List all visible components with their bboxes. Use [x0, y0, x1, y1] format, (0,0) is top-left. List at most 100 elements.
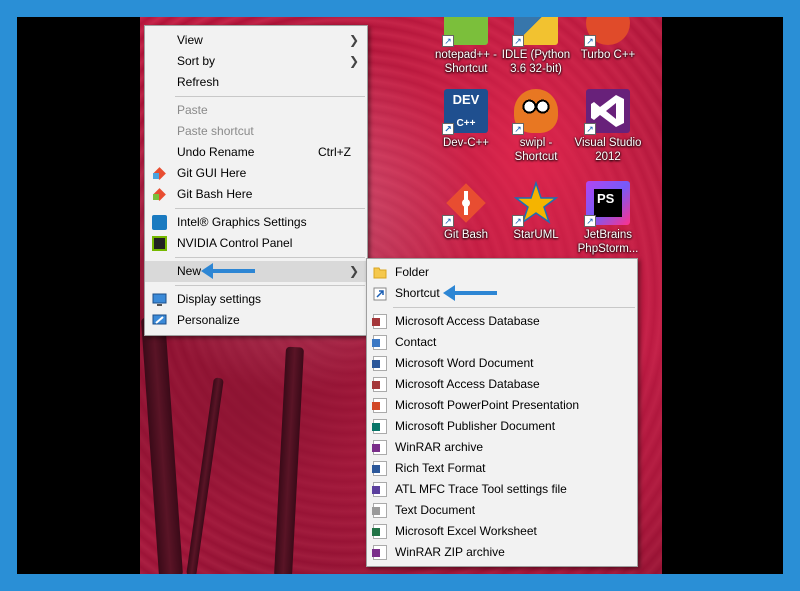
menu-item-new[interactable]: New ❯ — [145, 261, 367, 282]
shortcut-arrow-icon: ↗ — [442, 35, 454, 47]
icon-label: Shortcut — [514, 151, 558, 163]
nvidia-icon — [152, 236, 167, 251]
menu-item-label: Shortcut — [395, 286, 440, 300]
submenu-item-publisher[interactable]: Microsoft Publisher Document — [367, 416, 637, 437]
access-icon — [372, 377, 387, 392]
icon-label: Visual Studio — [574, 137, 642, 149]
dev-cpp-icon: DEV C++ ↗ — [442, 89, 488, 135]
icon-label: IDLE (Python — [501, 49, 571, 61]
submenu-item-winrar-zip[interactable]: WinRAR ZIP archive — [367, 542, 637, 563]
menu-item-label: Microsoft PowerPoint Presentation — [395, 398, 580, 412]
menu-separator — [175, 96, 365, 97]
tree-trunk — [140, 316, 184, 574]
python-idle-icon: ↗ — [512, 17, 558, 47]
rtf-icon — [372, 461, 387, 476]
chevron-right-icon: ❯ — [348, 33, 359, 47]
desktop-icon-gitbash[interactable]: ↗ Git Bash — [428, 181, 504, 242]
git-bash-small-icon — [152, 187, 167, 202]
menu-item-nvidia[interactable]: NVIDIA Control Panel — [145, 233, 367, 254]
shortcut-arrow-icon: ↗ — [584, 215, 596, 227]
submenu-item-powerpoint[interactable]: Microsoft PowerPoint Presentation — [367, 395, 637, 416]
submenu-item-word[interactable]: Microsoft Word Document — [367, 353, 637, 374]
icon-label: notepad++ - — [434, 49, 498, 61]
swipl-owl-icon: ↗ — [512, 89, 558, 135]
menu-item-git-bash[interactable]: Git Bash Here — [145, 184, 367, 205]
icon-label: StarUML — [513, 229, 559, 241]
menu-item-label: View — [177, 33, 203, 47]
text-document-icon — [372, 503, 387, 518]
menu-item-undo-rename[interactable]: Undo Rename Ctrl+Z — [145, 142, 367, 163]
shortcut-arrow-icon: ↗ — [512, 123, 524, 135]
menu-item-label: Folder — [395, 265, 430, 279]
personalize-icon — [152, 313, 167, 328]
menu-item-paste[interactable]: Paste — [145, 100, 367, 121]
menu-item-refresh[interactable]: Refresh — [145, 72, 367, 93]
menu-item-paste-shortcut[interactable]: Paste shortcut — [145, 121, 367, 142]
desktop-context-menu: View ❯ Sort by ❯ Refresh Paste Paste short… — [144, 25, 368, 336]
notepadpp-icon: ↗ — [442, 17, 488, 47]
turbo-cpp-icon: ↗ — [584, 17, 630, 47]
git-gui-icon — [152, 166, 167, 181]
powerpoint-icon — [372, 398, 387, 413]
access-icon — [372, 314, 387, 329]
submenu-item-contact[interactable]: Contact — [367, 332, 637, 353]
desktop-icon-turboc[interactable]: ↗ Turbo C++ — [570, 17, 646, 62]
winrar-icon — [372, 440, 387, 455]
desktop-icon-notepadpp[interactable]: ↗ notepad++ - Shortcut — [428, 17, 504, 76]
menu-item-label: Personalize — [177, 313, 240, 327]
desktop-icon-vs2012[interactable]: ↗ Visual Studio 2012 — [570, 89, 646, 164]
submenu-item-winrar[interactable]: WinRAR archive — [367, 437, 637, 458]
new-item-list: Microsoft Access Database Contact Microsof… — [367, 311, 637, 563]
menu-item-label: Microsoft Excel Worksheet — [395, 524, 537, 538]
submenu-item-rtf[interactable]: Rich Text Format — [367, 458, 637, 479]
menu-item-label: Microsoft Word Document — [395, 356, 534, 370]
display-settings-icon — [152, 292, 167, 307]
menu-item-sort-by[interactable]: Sort by ❯ — [145, 51, 367, 72]
submenu-item-access[interactable]: Microsoft Access Database — [367, 311, 637, 332]
desktop-icon-swipl[interactable]: ↗ swipl - Shortcut — [498, 89, 574, 164]
phpstorm-icon: PS ↗ — [584, 181, 630, 227]
menu-item-view[interactable]: View ❯ — [145, 30, 367, 51]
icon-label: JetBrains — [584, 229, 632, 241]
menu-separator — [175, 285, 365, 286]
word-icon — [372, 356, 387, 371]
tree-trunk — [273, 346, 305, 574]
menu-item-display-settings[interactable]: Display settings — [145, 289, 367, 310]
desktop-icon-phpstorm[interactable]: PS ↗ JetBrains PhpStorm... — [570, 181, 646, 256]
desktop-icon-devcpp[interactable]: DEV C++ ↗ Dev-C++ — [428, 89, 504, 150]
annotation-arrow-new — [201, 263, 255, 279]
desktop-icon-idle[interactable]: ↗ IDLE (Python 3.6 32-bit) — [498, 17, 574, 76]
menu-item-personalize[interactable]: Personalize — [145, 310, 367, 331]
menu-item-label: ATL MFC Trace Tool settings file — [395, 482, 567, 496]
submenu-item-folder[interactable]: Folder — [367, 262, 637, 283]
folder-icon — [373, 265, 387, 280]
menu-separator — [175, 208, 365, 209]
menu-item-label: Microsoft Access Database — [395, 377, 540, 391]
keyboard-shortcut: Ctrl+Z — [318, 145, 351, 159]
tree-branch — [186, 377, 224, 574]
submenu-item-access[interactable]: Microsoft Access Database — [367, 374, 637, 395]
shortcut-arrow-icon: ↗ — [512, 215, 524, 227]
menu-item-label: Display settings — [177, 292, 262, 306]
icon-label: 2012 — [595, 151, 621, 163]
icon-label: 3.6 32-bit) — [510, 63, 562, 75]
menu-item-label: Microsoft Publisher Document — [395, 419, 556, 433]
menu-item-label: WinRAR ZIP archive — [395, 545, 505, 559]
menu-separator — [393, 307, 635, 308]
desktop-icon-staruml[interactable]: ↗ StarUML — [498, 180, 574, 242]
shortcut-arrow-icon: ↗ — [584, 35, 596, 47]
menu-item-label: Paste shortcut — [177, 124, 254, 138]
annotation-arrow-shortcut — [443, 285, 497, 301]
menu-item-intel-graphics[interactable]: Intel® Graphics Settings — [145, 212, 367, 233]
menu-item-label: Text Document — [395, 503, 476, 517]
shortcut-icon — [373, 286, 387, 301]
submenu-item-text-document[interactable]: Text Document — [367, 500, 637, 521]
shortcut-arrow-icon: ↗ — [584, 123, 596, 135]
shortcut-arrow-icon: ↗ — [442, 215, 454, 227]
git-bash-icon: ↗ — [442, 181, 488, 227]
menu-item-git-gui[interactable]: Git GUI Here — [145, 163, 367, 184]
submenu-item-atl-trace[interactable]: ATL MFC Trace Tool settings file — [367, 479, 637, 500]
submenu-item-excel[interactable]: Microsoft Excel Worksheet — [367, 521, 637, 542]
shortcut-arrow-icon: ↗ — [442, 123, 454, 135]
submenu-item-shortcut[interactable]: Shortcut — [367, 283, 637, 304]
